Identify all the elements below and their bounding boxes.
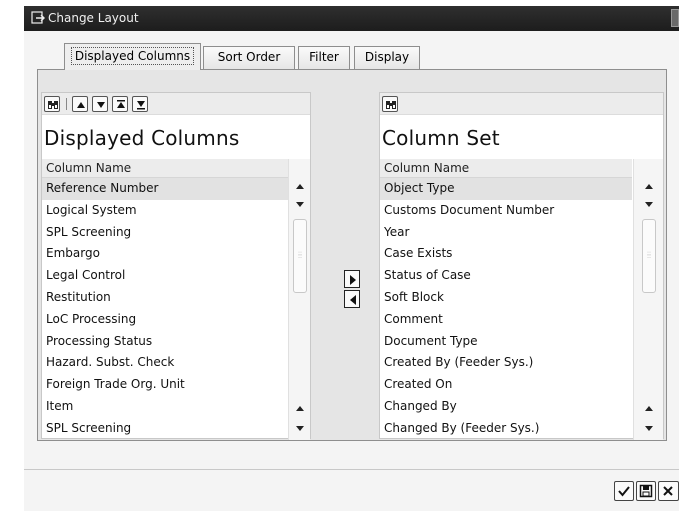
scroll-up-icon[interactable] [643, 404, 655, 414]
column-name-header[interactable]: Column Name [42, 159, 290, 178]
tab-panel: Displayed Columns Column Name Reference … [37, 69, 667, 441]
column-set-scrollbar[interactable]: :::: [633, 159, 663, 440]
scroll-up-icon[interactable] [294, 404, 306, 414]
scroll-down-icon[interactable] [294, 199, 306, 209]
window-title: Change Layout [48, 11, 139, 25]
column-set-list: Column Set Column Name Object Type Custo… [379, 92, 664, 440]
scroll-down-icon[interactable] [294, 423, 306, 433]
remove-column-button[interactable] [344, 290, 360, 308]
column-set-title: Column Set [382, 126, 500, 150]
column-set-rows: Object Type Customs Document Number Year… [380, 178, 632, 440]
tab-sort-order[interactable]: Sort Order [203, 46, 295, 69]
add-column-button[interactable] [344, 270, 360, 288]
cancel-button[interactable] [658, 481, 679, 501]
list-item[interactable]: SPL Screening [42, 222, 290, 244]
tab-label: Sort Order [217, 50, 281, 64]
footer-divider [24, 469, 679, 470]
change-layout-dialog: Displayed Columns Sort Order Filter Disp… [24, 31, 679, 511]
list-item[interactable]: Legal Control [42, 265, 290, 287]
list-item[interactable]: Changed By (Feeder Sys.) [380, 418, 632, 440]
list-item[interactable]: Year [380, 222, 632, 244]
list-item[interactable]: Changed By [380, 396, 632, 418]
arrow-up-icon[interactable] [72, 96, 88, 112]
scroll-up-icon[interactable] [294, 182, 306, 192]
tab-label: Filter [309, 50, 339, 64]
displayed-columns-toolbar [42, 93, 310, 115]
list-item[interactable]: Reference Number [42, 178, 290, 200]
confirm-button[interactable] [614, 481, 634, 501]
displayed-columns-rows: Reference Number Logical System SPL Scre… [42, 178, 290, 440]
list-item[interactable]: Case Exists [380, 243, 632, 265]
binoculars-icon[interactable] [382, 96, 398, 112]
arrow-right-icon [350, 275, 356, 285]
window-close-button[interactable] [671, 9, 679, 27]
toolbar-separator [66, 98, 67, 110]
arrow-left-icon [350, 295, 356, 305]
displayed-columns-list: Displayed Columns Column Name Reference … [41, 92, 311, 440]
column-name-header[interactable]: Column Name [380, 159, 632, 178]
list-item[interactable]: Foreign Trade Org. Unit [42, 374, 290, 396]
list-item[interactable]: Created On [380, 374, 632, 396]
list-item[interactable]: Comment [380, 309, 632, 331]
title-bar: Change Layout [24, 6, 679, 31]
list-item[interactable]: Embargo [42, 243, 290, 265]
displayed-columns-scrollbar[interactable]: :::: [288, 159, 310, 440]
tab-display[interactable]: Display [354, 46, 420, 69]
scroll-thumb[interactable]: :::: [293, 219, 307, 293]
arrow-bottom-icon[interactable] [132, 96, 148, 112]
list-item[interactable]: Item [42, 396, 290, 418]
list-item[interactable]: Hazard. Subst. Check [42, 352, 290, 374]
binoculars-icon[interactable] [44, 96, 60, 112]
scroll-down-icon[interactable] [643, 423, 655, 433]
change-layout-icon [31, 11, 45, 25]
tab-displayed-columns[interactable]: Displayed Columns [64, 43, 201, 70]
list-item[interactable]: Customs Document Number [380, 200, 632, 222]
list-item[interactable]: Status of Case [380, 265, 632, 287]
tab-label: Display [364, 50, 410, 64]
tab-label: Displayed Columns [70, 47, 195, 65]
list-item[interactable]: SPL Screening [42, 418, 290, 440]
list-item[interactable]: Object Type [380, 178, 632, 200]
tab-filter[interactable]: Filter [298, 46, 350, 69]
list-item[interactable]: Restitution [42, 287, 290, 309]
arrow-down-icon[interactable] [92, 96, 108, 112]
save-button[interactable] [636, 481, 656, 501]
list-item[interactable]: Soft Block [380, 287, 632, 309]
column-set-toolbar [380, 93, 663, 115]
list-item[interactable]: Document Type [380, 331, 632, 353]
displayed-columns-title: Displayed Columns [44, 126, 240, 150]
list-item[interactable]: Logical System [42, 200, 290, 222]
checkmark-icon [618, 486, 630, 497]
arrow-top-icon[interactable] [112, 96, 128, 112]
list-item[interactable]: LoC Processing [42, 309, 290, 331]
scroll-down-icon[interactable] [643, 199, 655, 209]
list-item[interactable]: Processing Status [42, 331, 290, 353]
save-icon [639, 484, 653, 498]
scroll-thumb[interactable]: :::: [642, 219, 656, 293]
cancel-icon [663, 486, 673, 496]
list-item[interactable]: Created By (Feeder Sys.) [380, 352, 632, 374]
scroll-up-icon[interactable] [643, 182, 655, 192]
